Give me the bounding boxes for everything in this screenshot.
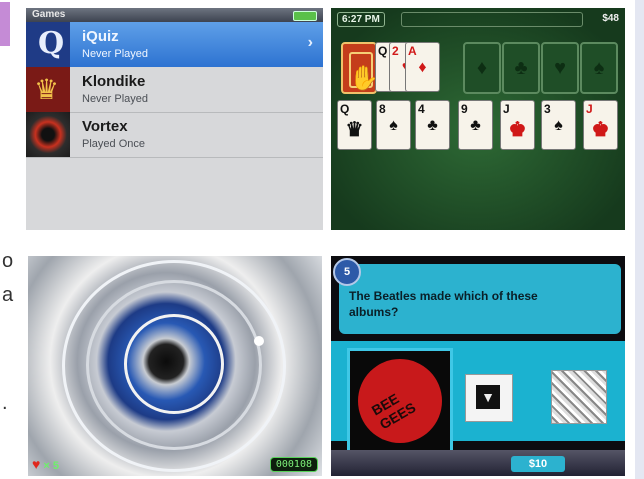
tableau-card[interactable]: 4 ♣: [415, 100, 450, 150]
chevron-right-icon: ›: [307, 34, 313, 51]
tableau-card[interactable]: J ♚: [500, 100, 535, 150]
games-menu-screen: Games Q iQuiz Never Played › ♛ Klondike …: [26, 8, 323, 230]
vortex-icon: [26, 112, 70, 157]
game-item-vortex[interactable]: Vortex Played Once: [26, 112, 323, 158]
games-header-bar: Games: [26, 8, 323, 22]
vortex-inner-ring: [124, 314, 224, 414]
foundation-slot[interactable]: ♣: [502, 42, 540, 94]
game-item-iquiz[interactable]: Q iQuiz Never Played ›: [26, 22, 323, 67]
tableau-card[interactable]: 8 ♠: [376, 100, 411, 150]
games-title: Games: [32, 9, 66, 20]
klondike-screen: 6:27 PM $48 ✋ Q 2 ♥ A ♦ ♦ ♣ ♥ ♠ Q ♛ 8 ♠ …: [331, 8, 625, 230]
lives-counter: ♥ × 5: [32, 456, 59, 472]
tableau-card[interactable]: Q ♛: [337, 100, 372, 150]
question-text: The Beatles made which of these albums?: [349, 289, 538, 319]
answer-option[interactable]: ▼: [465, 374, 513, 422]
game-item-klondike[interactable]: ♛ Klondike Never Played: [26, 67, 323, 113]
tableau-card[interactable]: 3 ♠: [541, 100, 576, 150]
jack-face-icon: ♚: [591, 119, 610, 141]
game-status: Never Played: [82, 48, 149, 60]
battery-icon: [293, 11, 317, 21]
page-text-fragment: a: [2, 284, 14, 306]
foundation-slot[interactable]: ♦: [463, 42, 501, 94]
game-status: Never Played: [82, 93, 149, 105]
heart-icon: ♥: [32, 456, 41, 472]
status-time: 6:27 PM: [337, 12, 385, 27]
klondike-crown-icon: ♛: [26, 67, 70, 112]
score-counter: 000108: [269, 457, 318, 472]
top-bar-frame: [401, 12, 583, 27]
question-box: The Beatles made which of these albums?: [339, 264, 621, 334]
waste-card[interactable]: A ♦: [405, 42, 440, 92]
game-status: Played Once: [82, 138, 145, 150]
foundation-slot[interactable]: ♥: [541, 42, 579, 94]
tableau-card[interactable]: 9 ♣: [458, 100, 493, 150]
page-text-fragment: .: [2, 392, 8, 414]
page-text-fragment: o: [2, 250, 14, 272]
jack-face-icon: ♚: [508, 119, 527, 141]
right-edge-strip: [635, 0, 644, 479]
prize-counter: $10: [511, 456, 565, 472]
answer-option-selected[interactable]: BEE GEES: [347, 348, 453, 454]
game-name: Vortex: [82, 118, 128, 135]
game-name: Klondike: [82, 73, 146, 90]
money-counter: $48: [602, 13, 619, 24]
tableau-card[interactable]: J ♚: [583, 100, 618, 150]
queen-face-icon: ♛: [345, 119, 364, 141]
level-badge: 5: [333, 258, 361, 286]
record-disc-icon: BEE GEES: [358, 359, 442, 443]
iquiz-icon: Q: [26, 22, 70, 67]
foundation-slot[interactable]: ♠: [580, 42, 618, 94]
game-name: iQuiz: [82, 28, 119, 45]
purple-side-tab: [0, 2, 10, 46]
iquiz-screen: The Beatles made which of these albums? …: [331, 256, 625, 476]
vortex-screen: ♥ × 5 000108: [28, 256, 322, 476]
answer-option[interactable]: [551, 370, 607, 424]
album-art-icon: ▼: [476, 385, 500, 409]
bottom-bar: [331, 450, 625, 476]
player-ball: [254, 336, 264, 346]
